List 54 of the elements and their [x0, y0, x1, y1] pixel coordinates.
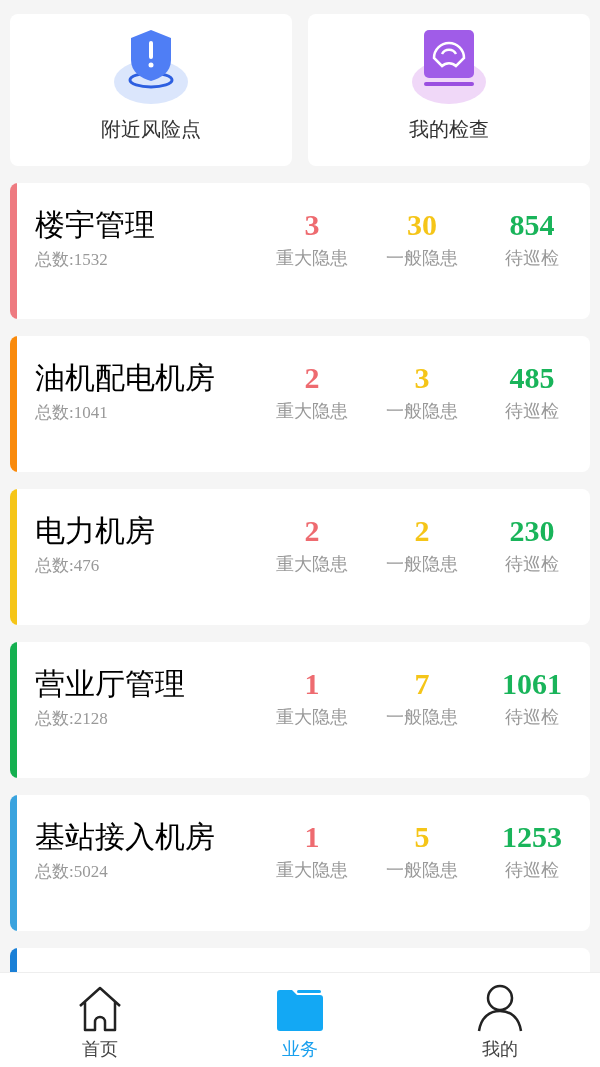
- stat-label: 待巡检: [505, 553, 559, 576]
- category-name: 营业厅管理: [35, 666, 185, 702]
- stat-label: 一般隐患: [386, 553, 458, 576]
- shortcut-card[interactable]: 我的检查: [308, 14, 590, 166]
- stat-value: 1: [304, 819, 320, 855]
- stat-value: 2: [414, 513, 430, 549]
- category-card[interactable]: 营业厅管理 总数:2128 1 重大隐患 7 一般隐患 1061 待巡检: [10, 642, 590, 778]
- category-total: 总数:1041: [35, 402, 108, 424]
- stat-value: 1: [304, 666, 320, 702]
- category-name: 楼宇管理: [35, 207, 155, 243]
- stat-label: 一般隐患: [386, 247, 458, 270]
- category-total: 总数:5024: [35, 861, 108, 883]
- folder-icon: [277, 988, 323, 1032]
- category-card[interactable]: 楼宇管理 总数:1532 3 重大隐患 30 一般隐患 854 待巡检: [10, 183, 590, 319]
- category-card[interactable]: 电力机房 总数:476 2 重大隐患 2 一般隐患 230 待巡检: [10, 489, 590, 625]
- stat-value: 1061: [502, 666, 562, 702]
- tab[interactable]: 首页: [0, 973, 200, 1067]
- stat-label: 待巡检: [505, 400, 559, 423]
- category-total: 总数:476: [35, 555, 100, 577]
- stat-label: 一般隐患: [386, 706, 458, 729]
- category-name: 基站接入机房: [35, 819, 215, 855]
- shortcut-card[interactable]: 附近风险点: [10, 14, 292, 166]
- stat-value: 485: [509, 360, 555, 396]
- shield-icon: [114, 28, 188, 104]
- stat-value: 7: [414, 666, 430, 702]
- tab[interactable]: 我的: [400, 973, 600, 1067]
- stat-value: 230: [509, 513, 555, 549]
- stat-label: 重大隐患: [276, 400, 348, 423]
- category-card[interactable]: 油机配电机房 总数:1041 2 重大隐患 3 一般隐患 485 待巡检: [10, 336, 590, 472]
- person-icon: [477, 984, 523, 1032]
- stat-label: 重大隐患: [276, 553, 348, 576]
- stat-value: 1253: [502, 819, 562, 855]
- stat-value: 2: [304, 360, 320, 396]
- stat-value: 854: [509, 207, 555, 243]
- stat-label: 重大隐患: [276, 859, 348, 882]
- stat-value: 5: [414, 819, 430, 855]
- home-icon: [77, 986, 123, 1032]
- category-name: 电力机房: [35, 513, 155, 549]
- stat-label: 重大隐患: [276, 247, 348, 270]
- stat-label: 待巡检: [505, 247, 559, 270]
- stat-label: 待巡检: [505, 706, 559, 729]
- stat-value: 2: [304, 513, 320, 549]
- category-total: 总数:1532: [35, 249, 108, 271]
- stat-value: 30: [407, 207, 437, 243]
- stat-label: 一般隐患: [386, 859, 458, 882]
- scanner-icon: [412, 28, 486, 104]
- stat-value: 3: [414, 360, 430, 396]
- stat-label: 一般隐患: [386, 400, 458, 423]
- stat-label: 待巡检: [505, 859, 559, 882]
- stat-label: 重大隐患: [276, 706, 348, 729]
- category-total: 总数:2128: [35, 708, 108, 730]
- category-name: 油机配电机房: [35, 360, 215, 396]
- category-card[interactable]: 基站接入机房 总数:5024 1 重大隐患 5 一般隐患 1253 待巡检: [10, 795, 590, 931]
- stat-value: 3: [304, 207, 320, 243]
